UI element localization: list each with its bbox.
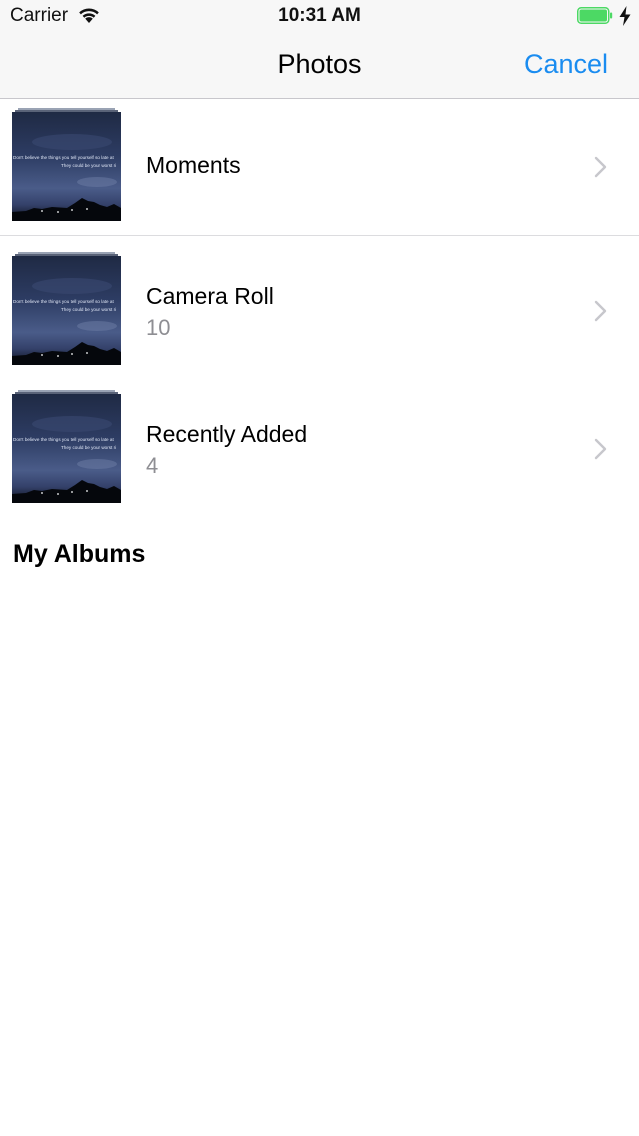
photo-picker-screen: Carrier 10:31 AM Photos Cancel Don't bel… xyxy=(0,0,639,1136)
thumbnail-caption-line1: Don't believe the things you tell yourse… xyxy=(13,299,114,304)
album-thumbnail: Don't believe the things you tell yourse… xyxy=(12,252,121,365)
album-list: Don't believe the things you tell yourse… xyxy=(0,99,639,512)
album-row-camera-roll[interactable]: Don't believe the things you tell yourse… xyxy=(0,236,639,374)
album-title: Recently Added xyxy=(146,421,308,447)
album-row-recently-added[interactable]: Don't believe the things you tell yourse… xyxy=(0,374,639,512)
cancel-button[interactable]: Cancel xyxy=(524,49,608,80)
thumbnail-caption-line1: Don't believe the things you tell yourse… xyxy=(13,437,114,442)
chevron-right-icon xyxy=(594,156,607,178)
navigation-bar: Photos Cancel xyxy=(0,32,639,99)
album-title: Moments xyxy=(146,152,241,178)
night-sky-photo: Don't believe the things you tell yourse… xyxy=(12,256,121,365)
thumbnail-caption-line1: Don't believe the things you tell yourse… xyxy=(13,155,114,160)
album-thumbnail: Don't believe the things you tell yourse… xyxy=(12,390,121,503)
night-sky-photo: Don't believe the things you tell yourse… xyxy=(12,112,121,221)
album-row-moments[interactable]: Don't believe the things you tell yourse… xyxy=(0,99,639,236)
album-thumbnail: Don't believe the things you tell yourse… xyxy=(12,108,121,221)
thumbnail-caption-line2: They could be your worst ri xyxy=(61,445,116,450)
clock: 10:31 AM xyxy=(278,5,361,26)
battery-icon xyxy=(577,7,613,24)
album-count: 10 xyxy=(146,315,171,340)
album-count: 4 xyxy=(146,453,159,478)
chevron-right-icon xyxy=(594,438,607,460)
status-bar: Carrier 10:31 AM xyxy=(0,0,639,32)
my-albums-header: My Albums xyxy=(13,540,146,568)
night-sky-photo: Don't believe the things you tell yourse… xyxy=(12,394,121,503)
charging-bolt-icon xyxy=(619,6,631,26)
thumbnail-caption-line2: They could be your worst ri xyxy=(61,307,116,312)
thumbnail-caption-line2: They could be your worst ri xyxy=(61,163,116,168)
chevron-right-icon xyxy=(594,300,607,322)
album-title: Camera Roll xyxy=(146,283,274,309)
